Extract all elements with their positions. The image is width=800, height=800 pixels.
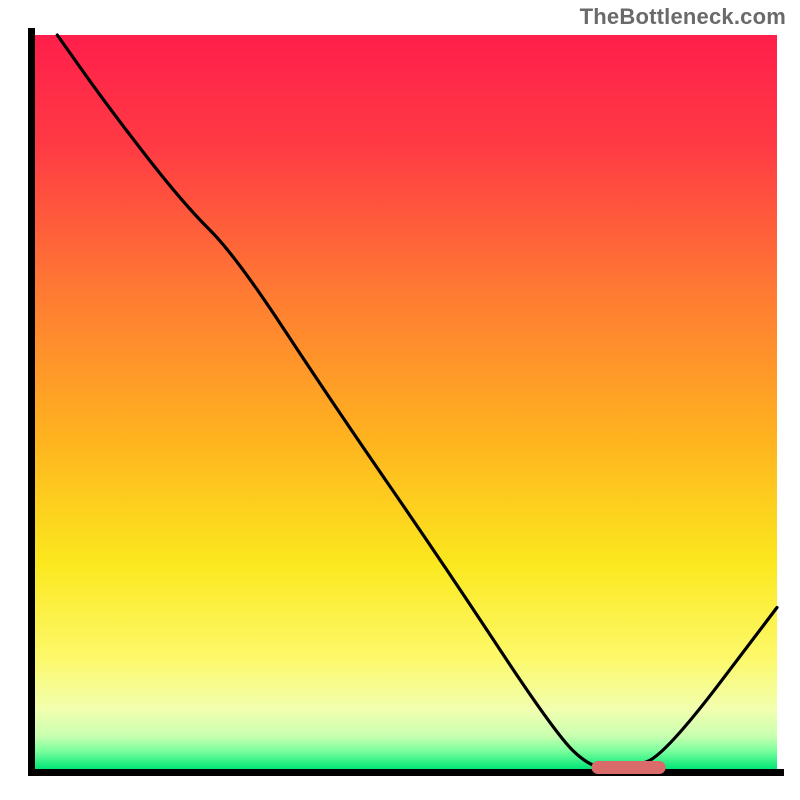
chart-svg bbox=[0, 0, 800, 800]
y-axis bbox=[28, 28, 35, 776]
optimal-region-marker bbox=[592, 761, 666, 774]
watermark-text: TheBottleneck.com bbox=[580, 4, 786, 30]
bottleneck-chart bbox=[0, 0, 800, 800]
x-axis bbox=[28, 769, 784, 776]
chart-background bbox=[35, 35, 777, 769]
